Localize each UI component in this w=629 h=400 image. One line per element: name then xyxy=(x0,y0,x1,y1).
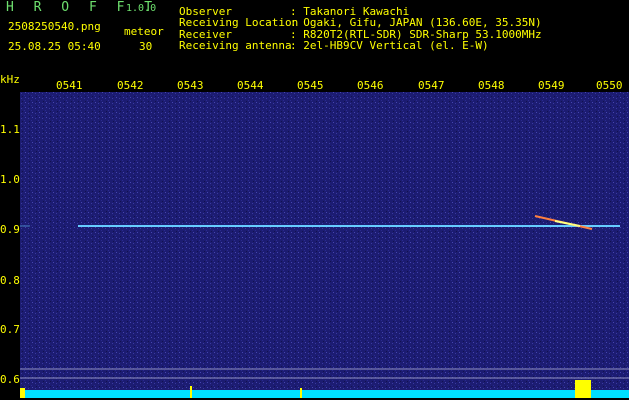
file-datetime: 25.08.25 05:40 xyxy=(8,40,101,53)
freq-label: 0.8 xyxy=(0,274,20,287)
info-value-antenna: : 2el-HB9CV Vertical (el. E-W) xyxy=(290,39,489,52)
time-label: 0550 xyxy=(596,79,623,92)
level-spike xyxy=(190,386,192,398)
time-label: 0545 xyxy=(297,79,324,92)
meteor-level-spike xyxy=(575,380,591,398)
header: H R O F F T 1.0.0 2508250540.png 25.08.2… xyxy=(0,0,629,72)
meteor-label: meteor xyxy=(124,25,164,38)
noise-background xyxy=(20,92,629,398)
freq-label: 1.0 xyxy=(0,173,20,186)
time-label: 0547 xyxy=(418,79,445,92)
freq-label: 1.1 xyxy=(0,123,20,136)
time-label: 0546 xyxy=(357,79,384,92)
time-label: 0543 xyxy=(177,79,204,92)
level-spike xyxy=(20,388,25,398)
y-axis-unit: kHz xyxy=(0,73,20,86)
signal-level-bar xyxy=(20,390,629,398)
level-spike xyxy=(300,388,302,398)
info-key-antenna: Receiving antenna xyxy=(179,39,292,52)
time-label: 0541 xyxy=(56,79,83,92)
time-label: 0542 xyxy=(117,79,144,92)
spectrogram xyxy=(20,92,629,398)
freq-label: 0.7 xyxy=(0,323,20,336)
time-label: 0549 xyxy=(538,79,565,92)
spectrogram-canvas xyxy=(20,92,629,398)
app-version: 1.0.0 xyxy=(126,3,157,14)
time-label: 0548 xyxy=(478,79,505,92)
freq-label: 0.9 xyxy=(0,223,20,236)
time-label: 0544 xyxy=(237,79,264,92)
freq-label: 0.6 xyxy=(0,373,20,386)
meteor-count: 30 xyxy=(139,40,153,53)
file-name: 2508250540.png xyxy=(8,20,101,33)
